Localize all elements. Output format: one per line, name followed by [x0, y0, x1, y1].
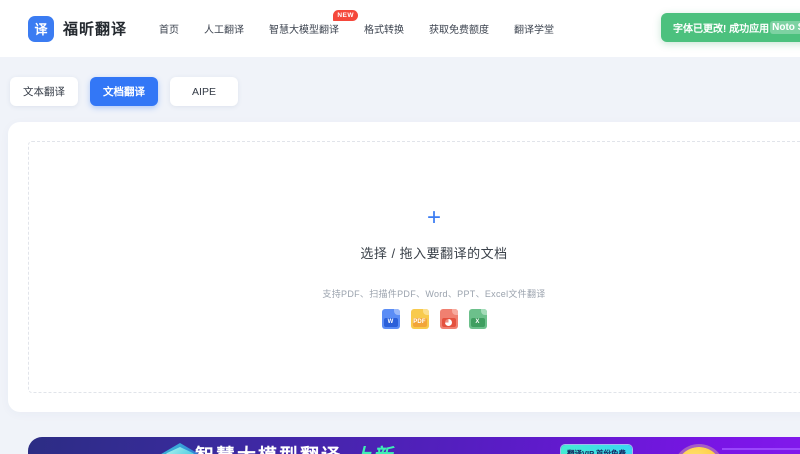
app-window: 译 福昕翻译 首页 人工翻译 智慧大模型翻译 NEW 格式转换 获取免费额度 翻…	[0, 0, 800, 454]
dropzone-title: 选择 / 拖入要翻译的文档	[360, 245, 508, 261]
upload-card: + 选择 / 拖入要翻译的文档 支持PDF、扫描件PDF、Word、PPT、Ex…	[8, 122, 800, 412]
nav-item-label: 智慧大模型翻译	[269, 25, 340, 36]
brand-name[interactable]: 福昕翻译	[63, 18, 127, 39]
nav-menu: 首页 人工翻译 智慧大模型翻译 NEW 格式转换 获取免费额度 翻译学堂	[159, 10, 554, 36]
nav-item-format-conversion[interactable]: 格式转换	[364, 21, 404, 36]
word-file-icon: W	[381, 308, 400, 329]
banner-highlight-text: 上新	[352, 446, 394, 454]
brand-logo-icon[interactable]: 译	[28, 15, 54, 42]
ppt-file-icon	[439, 308, 458, 329]
promo-banner[interactable]: 智慧大模型翻译 上新 翻译VIP 首份免费	[28, 437, 800, 454]
toast-font-name: Noto Sans	[770, 21, 800, 34]
nav-item-home[interactable]: 首页	[159, 21, 179, 36]
pdf-file-icon: PDF	[410, 308, 429, 329]
ppt-file-label	[441, 317, 456, 327]
plus-icon[interactable]: +	[427, 205, 441, 230]
tab-text-translation[interactable]: 文本翻译	[10, 77, 78, 106]
excel-file-icon: X	[468, 308, 487, 329]
banner-title: 智慧大模型翻译 上新	[195, 441, 394, 454]
logo-glyph: 译	[34, 22, 48, 37]
document-dropzone[interactable]: + 选择 / 拖入要翻译的文档 支持PDF、扫描件PDF、Word、PPT、Ex…	[28, 141, 800, 393]
pie-chart-glyph	[445, 318, 452, 326]
banner-title-text: 智慧大模型翻译	[195, 446, 342, 454]
toast-message: 字体已更改! 成功应用	[673, 24, 770, 35]
nav-item-translation-school[interactable]: 翻译学堂	[514, 21, 554, 36]
vip-free-badge: 翻译VIP 首份免费	[561, 445, 633, 454]
font-changed-toast[interactable]: 字体已更改! 成功应用Noto Sans	[661, 13, 800, 42]
page-fold	[393, 308, 400, 315]
file-type-icons: W PDF X	[381, 308, 487, 329]
page-fold	[451, 308, 458, 315]
page-fold	[422, 308, 429, 315]
coin-circle-graphic	[676, 447, 722, 454]
new-badge: NEW	[333, 10, 359, 21]
nav-item-free-quota[interactable]: 获取免费额度	[429, 21, 489, 36]
nav-item-ai-model-translation[interactable]: 智慧大模型翻译 NEW	[269, 10, 359, 36]
page-fold	[480, 308, 487, 315]
nav-item-human-translation[interactable]: 人工翻译	[204, 21, 244, 36]
translation-mode-tabs: 文本翻译 文档翻译 AIPE	[10, 77, 238, 106]
word-file-label: W	[383, 317, 398, 327]
circuit-line-decoration	[722, 448, 800, 450]
excel-file-label: X	[470, 317, 485, 327]
tab-aipe[interactable]: AIPE	[170, 77, 238, 106]
supported-formats-hint: 支持PDF、扫描件PDF、Word、PPT、Excel文件翻译	[322, 288, 546, 299]
tab-document-translation[interactable]: 文档翻译	[90, 77, 158, 106]
pdf-file-label: PDF	[412, 317, 427, 327]
